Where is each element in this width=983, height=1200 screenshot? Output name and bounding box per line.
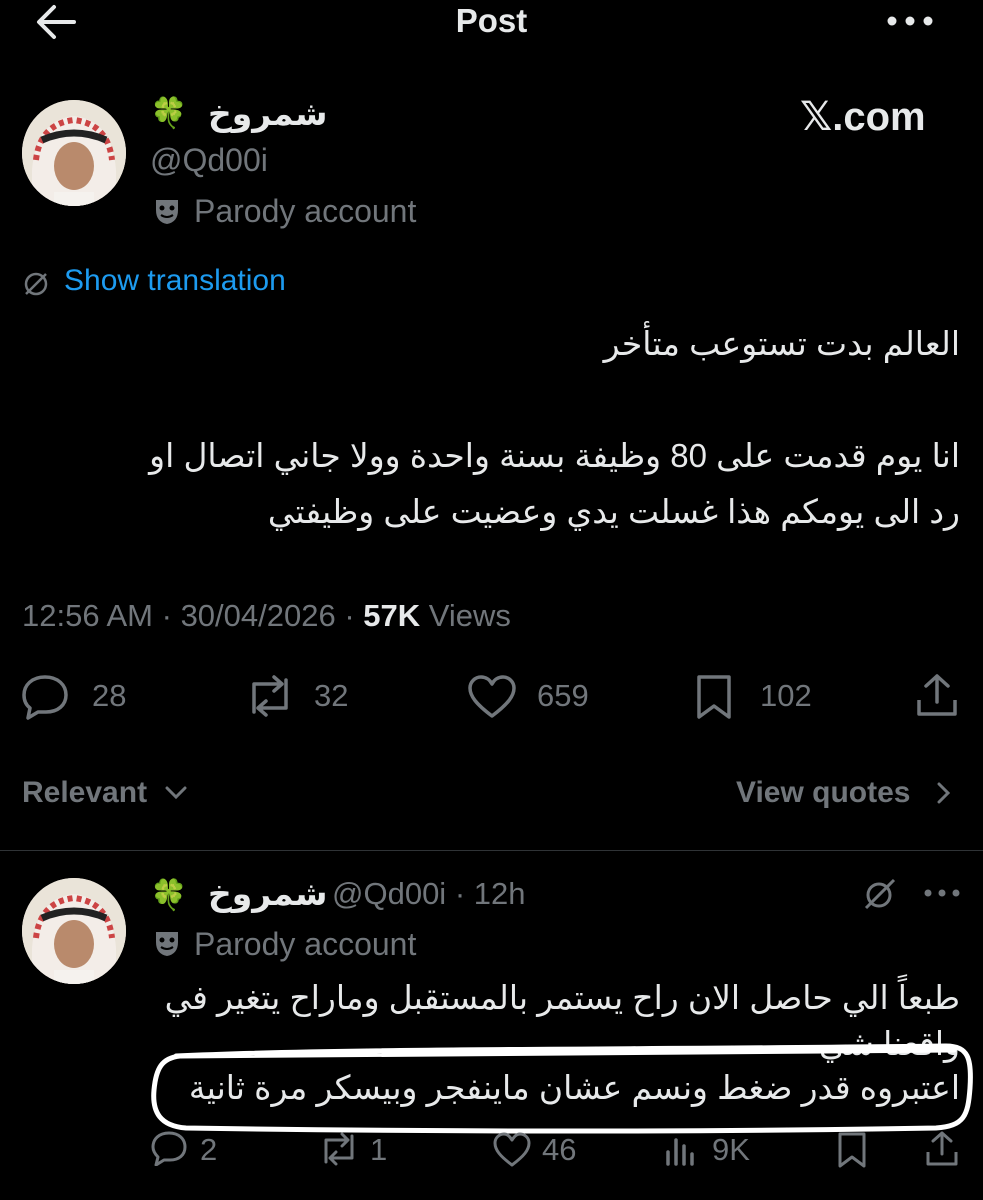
reply-repost-icon[interactable] [318, 1132, 360, 1166]
reply-handle[interactable]: @Qd00i [332, 876, 446, 911]
reply-line-1: طبعاً الي حاصل الان راح يستمر بالمستقبل … [164, 979, 960, 1016]
show-translation-link[interactable]: Show translation [64, 264, 286, 298]
parody-mask-icon [152, 196, 182, 226]
bookmark-count: 102 [760, 678, 812, 713]
share-icon[interactable] [914, 672, 960, 718]
reply-display-name[interactable]: شمروخ [208, 874, 327, 913]
watermark-x-com: 𝕏.com [800, 95, 926, 139]
highlight-annotation [146, 1040, 978, 1136]
tweet-line-3: رد الى يومكم هذا غسلت يدي وعضيت على وظيف… [267, 493, 960, 530]
repost-count: 32 [314, 678, 349, 713]
page-title: Post [455, 2, 528, 39]
reply-parody-label: Parody account [194, 926, 417, 962]
meta-dot-1: · [161, 598, 172, 633]
views-count: 57K [363, 598, 421, 633]
tweet-line-1: العالم بدت تستوعب متأخر [603, 325, 960, 362]
reply-icon[interactable] [20, 672, 70, 720]
chevron-right-icon[interactable] [937, 782, 951, 804]
tweet-line-2: انا يوم قدمت على 80 وظيفة بسنة واحدة وول… [149, 437, 960, 474]
tweet-date[interactable]: 30/04/2026 [181, 598, 336, 633]
repost-icon[interactable] [244, 674, 296, 718]
translate-icon [22, 270, 50, 298]
reply-header-meta: @Qd00i · 12h [332, 876, 526, 912]
tweet-time[interactable]: 12:56 AM [22, 598, 153, 633]
more-options-icon[interactable] [886, 14, 934, 28]
tweet-meta: 12:56 AM · 30/04/2026 · 57K Views [22, 598, 511, 634]
reply-like-count: 46 [542, 1132, 577, 1167]
author-handle[interactable]: @Qd00i [150, 142, 268, 179]
views-analytics-icon[interactable] [664, 1134, 696, 1166]
like-heart-icon[interactable] [466, 674, 518, 720]
sort-label: Relevant [22, 776, 148, 809]
reply-clover-emoji: 🍀 [150, 879, 188, 912]
reply-reply-icon[interactable] [150, 1130, 188, 1166]
parody-account-label: Parody account [194, 193, 417, 229]
reply-count: 28 [92, 678, 127, 713]
reply-avatar[interactable] [22, 878, 126, 984]
author-display-name[interactable]: شمروخ [208, 94, 327, 133]
reply-share-icon[interactable] [924, 1130, 960, 1168]
like-count: 659 [537, 678, 589, 713]
reply-parody-mask-icon [152, 928, 182, 958]
bookmark-icon[interactable] [694, 674, 734, 720]
reply-view-count: 9K [712, 1132, 750, 1167]
avatar[interactable] [22, 100, 126, 206]
chevron-down-icon[interactable] [165, 786, 187, 800]
reply-more-icon[interactable] [924, 888, 960, 898]
grok-icon[interactable] [862, 876, 898, 912]
reply-reply-count: 2 [200, 1132, 218, 1167]
views-label: Views [428, 598, 511, 633]
reply-time[interactable]: 12h [474, 876, 526, 911]
meta-dot-2: · [344, 598, 355, 633]
reply-dot: · [454, 876, 466, 911]
reply-like-heart-icon[interactable] [492, 1132, 532, 1168]
view-quotes-link[interactable]: View quotes [736, 776, 911, 810]
reply-repost-count: 1 [370, 1132, 388, 1167]
sort-relevant-button[interactable]: Relevant [22, 776, 147, 810]
clover-emoji: 🍀 [150, 97, 188, 130]
reply-bookmark-icon[interactable] [836, 1132, 868, 1168]
separator [0, 850, 983, 851]
